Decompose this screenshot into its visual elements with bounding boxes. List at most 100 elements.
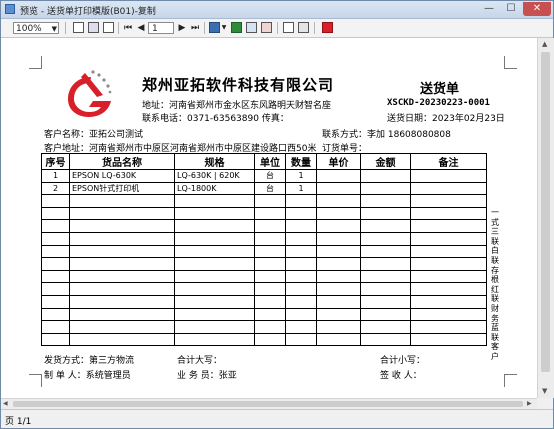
document-title: 送货单 (420, 82, 460, 97)
zoom-select[interactable]: 100% ▼ (13, 22, 59, 34)
company-address: 地址：河南省郑州市金水区东风路明天财智名座 (142, 101, 332, 111)
table-cell: 1 (285, 181, 317, 196)
scroll-down-icon[interactable]: ▼ (542, 387, 547, 395)
prepared-by: 制 单 人：系统管理员 (44, 371, 131, 381)
table-cell (41, 231, 70, 246)
table-cell (69, 282, 175, 296)
print-icon[interactable] (298, 22, 309, 33)
table-cell: LQ-630K | 620K (174, 169, 255, 183)
next-page-icon[interactable]: ▶ (177, 22, 187, 34)
table-cell (254, 206, 286, 221)
table-cell (69, 244, 175, 259)
column-header: 规格 (174, 153, 255, 170)
document-number: XSCKD-20230223-0001 (387, 98, 490, 108)
goods-table: 序号 货品名称 规格 单位 数量 单价 金额 备注 1 EPSON LQ-630K… (41, 153, 487, 347)
table-cell (69, 257, 175, 271)
table-cell (360, 269, 411, 284)
crop-mark (504, 374, 517, 387)
scroll-left-icon[interactable]: ◀ (3, 400, 8, 407)
copies-note: 一式三联 白联存根 红联财务 蓝联客户 (491, 208, 499, 361)
table-cell (285, 332, 317, 347)
previous-page-icon[interactable]: ◀ (136, 22, 146, 34)
table-cell: EPSON LQ-630K (69, 169, 175, 183)
save-dropdown-chevron-icon[interactable]: ▼ (221, 22, 227, 34)
table-row (41, 257, 487, 271)
table-cell (285, 194, 317, 208)
company-logo (68, 70, 112, 117)
table-cell (360, 181, 411, 196)
table-cell (41, 219, 70, 233)
table-row (41, 244, 487, 259)
receiver-signature: 签 收 人： (380, 371, 422, 381)
table-cell (316, 219, 361, 233)
table-cell (360, 206, 411, 221)
horizontal-scroll-thumb[interactable] (13, 401, 523, 407)
table-row (41, 219, 487, 233)
minimize-button[interactable]: — (479, 2, 499, 16)
table-cell (316, 169, 361, 183)
table-cell (360, 231, 411, 246)
table-row: 1 EPSON LQ-630K LQ-630K | 620K 台 1 (41, 169, 487, 183)
one-page-icon[interactable] (73, 22, 84, 33)
table-cell (174, 320, 255, 334)
table-cell (410, 307, 487, 322)
page-setup-icon[interactable] (283, 22, 294, 33)
table-cell (285, 282, 317, 296)
save-icon[interactable] (209, 22, 220, 33)
table-cell (174, 244, 255, 259)
chevron-down-icon: ▼ (51, 25, 57, 33)
horizontal-scrollbar[interactable]: ◀ ▶ (1, 398, 537, 409)
table-cell (410, 269, 487, 284)
scroll-up-icon[interactable]: ▲ (542, 40, 547, 48)
table-row (41, 282, 487, 296)
close-window-button[interactable]: ✕ (523, 2, 551, 16)
table-cell (316, 181, 361, 196)
table-cell (69, 332, 175, 347)
export-pdf-icon[interactable] (261, 22, 272, 33)
export-excel-icon[interactable] (231, 22, 242, 33)
two-pages-icon[interactable] (88, 22, 99, 33)
company-phone: 联系电话：0371-63563890 传真： (142, 114, 289, 124)
table-cell (410, 257, 487, 271)
table-cell (410, 231, 487, 246)
maximize-button[interactable]: ☐ (501, 2, 521, 16)
toolbar-separator (314, 22, 315, 34)
table-cell (316, 206, 361, 221)
vertical-scroll-thumb[interactable] (541, 52, 550, 372)
table-cell (285, 269, 317, 284)
table-cell (360, 257, 411, 271)
export-image-icon[interactable] (246, 22, 257, 33)
table-cell (174, 282, 255, 296)
scroll-right-icon[interactable]: ▶ (527, 400, 532, 407)
crop-mark (29, 56, 42, 69)
column-header: 单位 (254, 153, 286, 170)
table-cell (254, 231, 286, 246)
vertical-scrollbar[interactable]: ▲ ▼ (537, 38, 554, 398)
table-cell: EPSON针式打印机 (69, 181, 175, 196)
table-cell (410, 282, 487, 296)
title-bar[interactable]: 预览 - 送货单打印模版(B01)-复制 — ☐ ✕ (1, 1, 553, 19)
column-header: 货品名称 (69, 153, 175, 170)
table-cell (69, 320, 175, 334)
table-cell (254, 257, 286, 271)
delivery-date: 送货日期：2023年02月23日 (387, 114, 505, 124)
table-cell (174, 257, 255, 271)
table-row (41, 294, 487, 309)
table-cell (254, 219, 286, 233)
page-width-icon[interactable] (103, 22, 114, 33)
table-row (41, 307, 487, 322)
table-cell (410, 219, 487, 233)
table-cell (285, 257, 317, 271)
table-cell: 1 (41, 169, 70, 183)
table-cell (174, 206, 255, 221)
close-preview-icon[interactable] (322, 22, 333, 33)
table-row (41, 231, 487, 246)
table-cell (285, 206, 317, 221)
shipping-method: 发货方式：第三方物流 (44, 356, 135, 366)
table-cell (174, 269, 255, 284)
table-cell: LQ-1800K (174, 181, 255, 196)
first-page-icon[interactable]: ⏮ (123, 22, 133, 34)
last-page-icon[interactable]: ⏭ (190, 22, 200, 34)
table-row (41, 206, 487, 221)
page-number-input[interactable]: 1 (148, 22, 174, 34)
